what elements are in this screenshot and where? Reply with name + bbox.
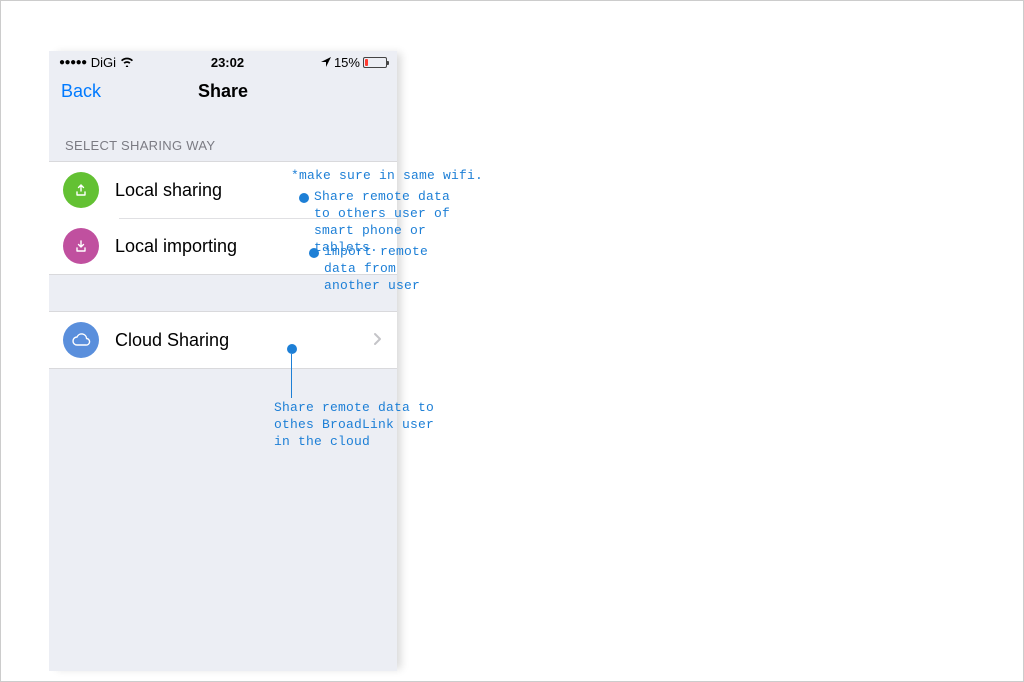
- chevron-right-icon: [373, 330, 383, 351]
- row-cloud-sharing[interactable]: Cloud Sharing: [49, 312, 397, 368]
- bullet-icon: [299, 193, 309, 203]
- status-right: 15%: [321, 55, 387, 70]
- annotation-line: [291, 354, 292, 398]
- signal-dots-icon: ●●●●●: [59, 57, 87, 68]
- bullet-icon: [287, 344, 297, 354]
- battery-label: 15%: [334, 55, 360, 70]
- carrier-label: DiGi: [91, 55, 116, 70]
- upload-icon: [63, 172, 99, 208]
- bullet-icon: [309, 248, 319, 258]
- time-label: 23:02: [211, 55, 244, 70]
- section-header: SELECT SHARING WAY: [49, 110, 397, 161]
- battery-icon: [363, 57, 387, 68]
- annotation-wifi-note: *make sure in same wifi.: [291, 168, 483, 185]
- cloud-list: Cloud Sharing: [49, 311, 397, 369]
- annotation-cloud: Share remote data to othes BroadLink use…: [274, 400, 444, 451]
- status-left: ●●●●● DiGi: [59, 55, 134, 70]
- nav-bar: Back Share: [49, 72, 397, 110]
- location-icon: [321, 55, 331, 70]
- cloud-icon: [63, 322, 99, 358]
- phone-frame: ●●●●● DiGi 23:02 15% Back Share SELECT S…: [49, 51, 397, 671]
- status-bar: ●●●●● DiGi 23:02 15%: [49, 51, 397, 72]
- annotation-local-importing: import remote data from another user: [324, 244, 454, 295]
- download-icon: [63, 228, 99, 264]
- wifi-icon: [120, 55, 134, 70]
- page-title: Share: [61, 81, 385, 102]
- row-label: Cloud Sharing: [115, 330, 373, 351]
- back-button[interactable]: Back: [61, 81, 101, 102]
